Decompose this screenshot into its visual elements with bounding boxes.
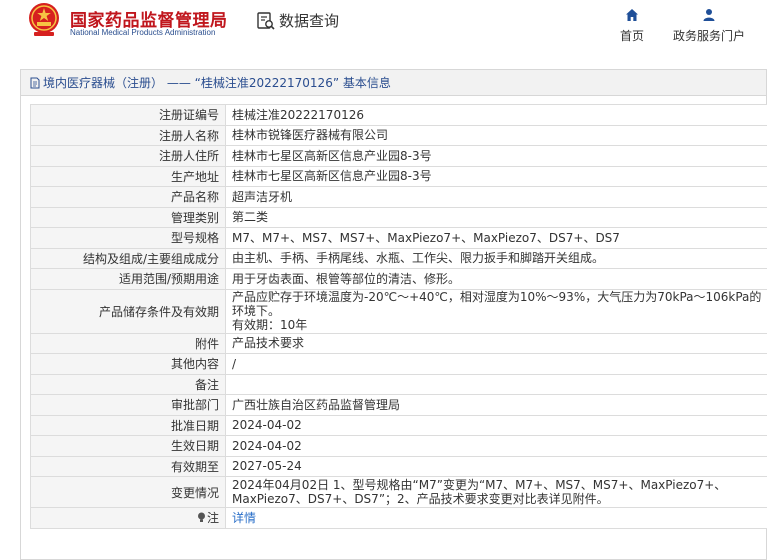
table-row: 产品储存条件及有效期 产品应贮存于环境温度为-20℃～+40℃，相对湿度为10%… [30,288,767,334]
row-label: 管理类别 [30,206,226,228]
row-value: 2024年04月02日 1、型号规格由“M7”变更为“M7、M7+、MS7、MS… [225,476,767,508]
panel-title-text: 境内医疗器械（注册） —— “桂械注准20222170126” 基本信息 [43,75,391,90]
table-row: 其他内容 / [30,353,767,375]
row-label: 有效期至 [30,455,226,477]
site-header: 国家药品监督管理局 National Medical Products Admi… [0,0,767,60]
national-emblem-icon [29,3,59,36]
row-label: 适用范围/预期用途 [30,268,226,290]
lightbulb-icon [197,512,205,523]
note-label: 注 [206,511,219,526]
row-value: 第二类 [225,206,767,228]
nav-home-label: 首页 [620,29,645,43]
registration-info-table: 注册证编号 桂械注准20222170126 注册人名称 桂林市锐锋医疗器械有限公… [30,104,767,529]
detail-panel: 境内医疗器械（注册） —— “桂械注准20222170126” 基本信息 注册证… [20,69,767,560]
table-row: 注册人名称 桂林市锐锋医疗器械有限公司 [30,124,767,146]
table-row: 变更情况 2024年04月02日 1、型号规格由“M7”变更为“M7、M7+、M… [30,476,767,508]
row-value: 超声洁牙机 [225,186,767,208]
table-row: 型号规格 M7、M7+、MS7、MS7+、MaxPiezo7+、MaxPiezo… [30,227,767,249]
row-value: 产品应贮存于环境温度为-20℃～+40℃，相对湿度为10%～93%，大气压力为7… [225,288,767,334]
row-label: 生产地址 [30,165,226,187]
row-label: 备注 [30,373,226,395]
row-value: 2024-04-02 [225,414,767,436]
table-row: 备注 [30,373,767,395]
row-label: 注册人名称 [30,124,226,146]
row-label: 变更情况 [30,476,226,508]
document-icon [30,77,40,88]
row-label: 审批部门 [30,394,226,416]
row-value: 广西壮族自治区药品监督管理局 [225,394,767,416]
row-label: 注册证编号 [30,104,226,126]
row-value: 桂械注准20222170126 [225,104,767,126]
data-query-label: 数据查询 [279,12,340,30]
table-row: 附件 产品技术要求 [30,332,767,354]
user-icon [703,9,715,21]
table-row: 结构及组成/主要组成成分 由主机、手柄、手柄尾线、水瓶、工作尖、限力扳手和脚踏开… [30,247,767,269]
panel-title: 境内医疗器械（注册） —— “桂械注准20222170126” 基本信息 [21,70,766,96]
validity-period: 有效期：10年 [232,318,308,332]
row-label: 结构及组成/主要组成成分 [30,247,226,269]
row-value: 桂林市七星区高新区信息产业园8-3号 [225,165,767,187]
data-search-icon [257,11,275,30]
table-row: 审批部门 广西壮族自治区药品监督管理局 [30,394,767,416]
row-label: 批准日期 [30,414,226,436]
row-label: 产品储存条件及有效期 [30,288,226,334]
row-label: 生效日期 [30,435,226,457]
row-value: / [225,353,767,375]
table-row: 生效日期 2024-04-02 [30,435,767,457]
row-value: 桂林市七星区高新区信息产业园8-3号 [225,145,767,167]
row-value [225,373,767,395]
row-value: 桂林市锐锋医疗器械有限公司 [225,124,767,146]
nav-portal-label: 政务服务门户 [673,29,746,43]
row-value: 产品技术要求 [225,332,767,354]
row-value: 详情 [225,507,767,529]
table-row: 适用范围/预期用途 用于牙齿表面、根管等部位的清洁、修形。 [30,268,767,290]
table-row: 批准日期 2024-04-02 [30,414,767,436]
row-value: M7、M7+、MS7、MS7+、MaxPiezo7+、MaxPiezo7、DS7… [225,227,767,249]
row-value: 由主机、手柄、手柄尾线、水瓶、工作尖、限力扳手和脚踏开关组成。 [225,247,767,269]
nav-service-portal[interactable]: 政务服务门户 [673,8,745,44]
table-row: 生产地址 桂林市七星区高新区信息产业园8-3号 [30,165,767,187]
table-row: 注册证编号 桂械注准20222170126 [30,104,767,126]
data-query-title: 数据查询 [256,10,339,31]
nav-home[interactable]: 首页 [620,8,644,44]
row-label: 型号规格 [30,227,226,249]
row-label: 注 [30,507,226,529]
row-label: 其他内容 [30,353,226,375]
table-row: 管理类别 第二类 [30,206,767,228]
home-icon [626,9,638,21]
row-value: 用于牙齿表面、根管等部位的清洁、修形。 [225,268,767,290]
table-row: 产品名称 超声洁牙机 [30,186,767,208]
table-row: 注 详情 [30,507,767,529]
site-name-en: National Medical Products Administration [70,28,216,37]
table-row: 注册人住所 桂林市七星区高新区信息产业园8-3号 [30,145,767,167]
row-label: 注册人住所 [30,145,226,167]
row-value: 2027-05-24 [225,455,767,477]
details-link[interactable]: 详情 [232,511,256,525]
table-row: 有效期至 2027-05-24 [30,455,767,477]
row-label: 产品名称 [30,186,226,208]
row-value: 2024-04-02 [225,435,767,457]
storage-conditions: 产品应贮存于环境温度为-20℃～+40℃，相对湿度为10%～93%，大气压力为7… [232,290,762,318]
row-label: 附件 [30,332,226,354]
